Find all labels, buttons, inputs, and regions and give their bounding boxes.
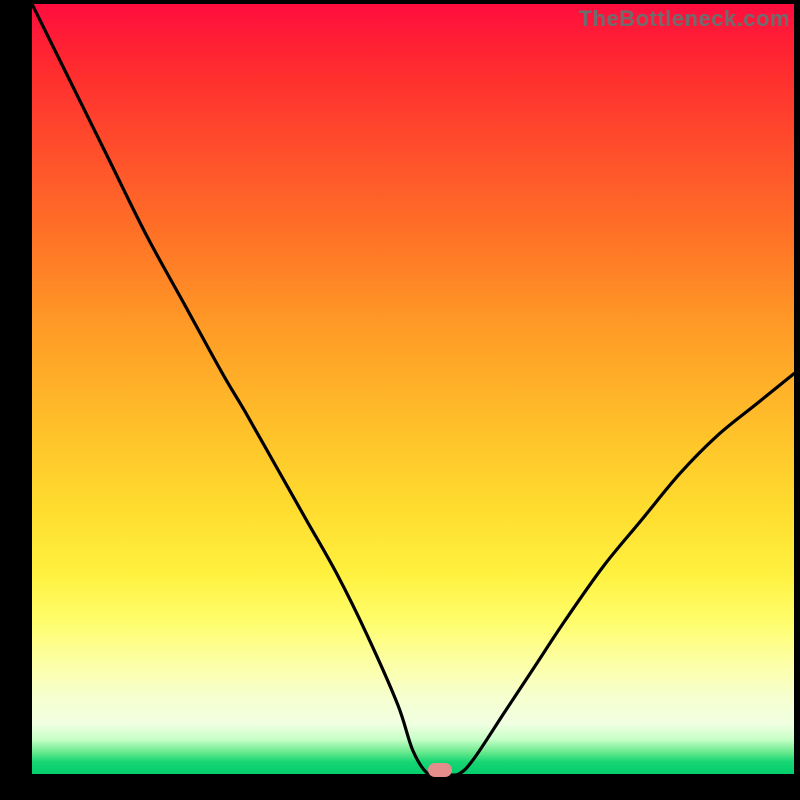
- valley-marker: [428, 763, 452, 777]
- chart-stage: TheBottleneck.com: [0, 0, 800, 800]
- watermark-text: TheBottleneck.com: [579, 6, 790, 32]
- bottleneck-curve: [32, 4, 794, 774]
- plot-area: [32, 4, 794, 774]
